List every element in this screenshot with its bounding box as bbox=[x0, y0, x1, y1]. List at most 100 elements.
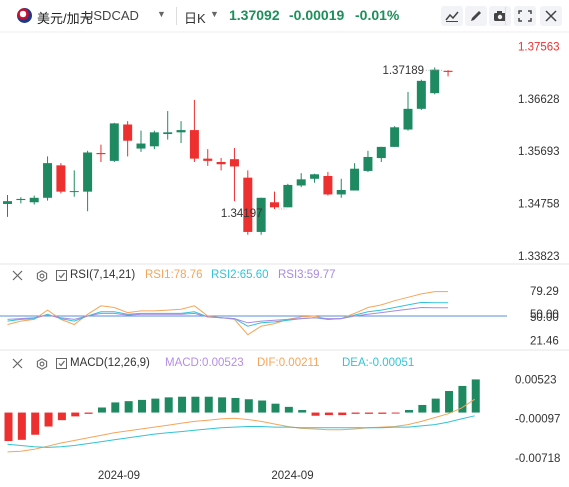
macd-bar bbox=[111, 402, 120, 413]
macd-bar bbox=[57, 412, 66, 421]
candle-body bbox=[229, 159, 239, 167]
candle-body bbox=[149, 132, 159, 147]
macd-bar bbox=[405, 410, 413, 413]
candle-body bbox=[163, 132, 173, 135]
candle-body bbox=[270, 202, 279, 208]
macd-bar bbox=[44, 412, 53, 427]
rsi-line-2 bbox=[7, 301, 449, 327]
macd-bar bbox=[391, 412, 400, 414]
candle-body bbox=[416, 80, 426, 109]
rsi-tick-label: 21.46 bbox=[530, 335, 559, 347]
macd-bar bbox=[351, 412, 360, 414]
dea-value: DEA:-0.00051 bbox=[342, 357, 415, 369]
macd-bar bbox=[17, 412, 26, 440]
hide-indicator-icon[interactable] bbox=[12, 358, 24, 370]
candle-body bbox=[376, 146, 386, 159]
macd-bar bbox=[378, 412, 387, 414]
macd-bar bbox=[191, 396, 200, 413]
price-tick-label: 1.34758 bbox=[518, 199, 560, 211]
macd-value: MACD:0.00523 bbox=[165, 357, 244, 369]
candle-body bbox=[83, 152, 93, 192]
macd-bar bbox=[97, 407, 106, 413]
price-tick-label: 1.36628 bbox=[518, 94, 560, 106]
macd-bar bbox=[124, 401, 133, 413]
macd-tick-label: 0.00523 bbox=[515, 374, 557, 386]
macd-bar bbox=[311, 412, 320, 416]
macd-bar bbox=[298, 410, 307, 413]
macd-bar bbox=[151, 398, 160, 413]
candle-body bbox=[16, 198, 26, 201]
macd-bar bbox=[364, 412, 373, 414]
candle-body bbox=[56, 165, 66, 192]
macd-bar bbox=[431, 398, 440, 413]
candle-body bbox=[323, 175, 333, 195]
macd-bar bbox=[258, 400, 267, 413]
candle-body bbox=[96, 153, 106, 155]
candle-body bbox=[189, 130, 199, 159]
price-tick-label: 1.35693 bbox=[518, 146, 560, 158]
candle-body bbox=[109, 123, 119, 161]
candle-body bbox=[136, 143, 146, 149]
candle-body bbox=[350, 168, 360, 191]
macd-bar bbox=[4, 412, 13, 442]
hide-indicator-icon[interactable] bbox=[12, 270, 24, 282]
candle-body bbox=[403, 108, 413, 130]
macd-title: MACD(12,26,9) bbox=[70, 357, 150, 369]
indicator-toggle-icon[interactable] bbox=[56, 270, 68, 282]
candle-body bbox=[336, 189, 346, 195]
indicator-settings-icon[interactable] bbox=[36, 270, 48, 282]
macd-bar bbox=[71, 412, 80, 417]
macd-bar bbox=[164, 397, 173, 413]
macd-bar bbox=[231, 397, 240, 413]
macd-bar bbox=[418, 404, 427, 413]
indicator-toggle-icon[interactable] bbox=[56, 358, 68, 370]
rsi2-value: RSI2:65.60 bbox=[211, 269, 269, 281]
candle-body bbox=[176, 130, 186, 133]
candle-body bbox=[443, 70, 453, 72]
candle-body bbox=[29, 197, 39, 203]
macd-bar bbox=[138, 399, 146, 413]
macd-bar bbox=[471, 379, 480, 413]
candle-body bbox=[123, 124, 133, 141]
macd-bar bbox=[324, 412, 333, 416]
price-pane: 1.37189 1.34197 bbox=[3, 65, 453, 235]
time-axis: 2024-09 2024-09 bbox=[98, 470, 314, 482]
candle-body bbox=[43, 163, 53, 198]
rsi3-value: RSI3:59.77 bbox=[278, 269, 336, 281]
macd-bar bbox=[445, 391, 454, 413]
price-tick-label: 1.37563 bbox=[518, 42, 560, 54]
rsi1-value: RSI1:78.76 bbox=[145, 269, 203, 281]
rsi-title: RSI(7,14,21) bbox=[70, 269, 136, 281]
macd-bar bbox=[271, 403, 280, 413]
macd-bar bbox=[204, 396, 213, 413]
candle-body bbox=[310, 174, 320, 179]
macd-bar bbox=[218, 397, 227, 413]
macd-tick-label: -0.00718 bbox=[515, 453, 560, 465]
macd-bar bbox=[31, 412, 40, 435]
macd-pane: 0.00523 -0.00097 -0.00718 bbox=[4, 374, 560, 465]
candle-body bbox=[69, 191, 79, 193]
candle-body bbox=[430, 69, 440, 94]
macd-dif-line bbox=[7, 398, 476, 453]
rsi-pane: 79.2950.0050.0021.46 bbox=[0, 286, 559, 347]
macd-tick-label: -0.00097 bbox=[515, 414, 560, 426]
candle-body bbox=[283, 184, 293, 208]
time-tick-label: 2024-09 bbox=[271, 470, 313, 482]
candle-body bbox=[203, 158, 213, 161]
macd-dea-line bbox=[7, 415, 475, 448]
price-axis: 1.37563 1.36628 1.35693 1.34758 1.33823 bbox=[518, 42, 560, 263]
candle-body bbox=[296, 179, 306, 186]
indicator-settings-icon[interactable] bbox=[36, 358, 48, 370]
low-label: 1.34197 bbox=[221, 208, 263, 220]
candle-body bbox=[3, 201, 12, 204]
candle-body bbox=[243, 177, 253, 232]
high-label: 1.37189 bbox=[382, 65, 424, 77]
macd-bar bbox=[178, 396, 187, 413]
candle-body bbox=[363, 156, 373, 171]
macd-bar bbox=[284, 406, 293, 413]
macd-bar bbox=[338, 412, 347, 416]
chart-canvas[interactable]: 1.37189 1.34197 1.37563 1.36628 1.35693 1.34… bbox=[0, 0, 569, 487]
candle-body bbox=[216, 161, 226, 165]
time-tick-label: 2024-09 bbox=[98, 470, 140, 482]
rsi-line-1 bbox=[7, 291, 449, 336]
